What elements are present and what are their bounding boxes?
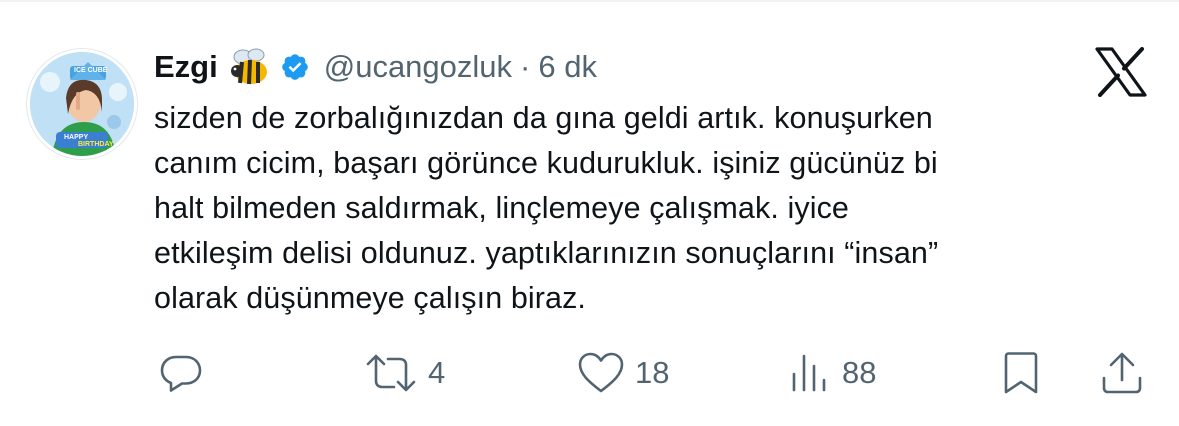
author-handle[interactable]: @ucangozluk	[324, 49, 512, 85]
tweet-actions: 4 18 88	[0, 343, 1179, 403]
like-count: 18	[635, 355, 670, 390]
bee-emoji-icon	[230, 48, 267, 85]
retweet-count: 4	[428, 355, 446, 390]
avatar[interactable]: ICE CUBE HAPPY BIRTHDAY	[27, 49, 137, 159]
reply-button[interactable]	[158, 343, 204, 403]
avatar-text-2: HAPPY	[64, 134, 89, 141]
x-logo-icon[interactable]	[1094, 47, 1148, 97]
like-button[interactable]: 18	[577, 343, 669, 403]
verified-badge-icon	[281, 54, 308, 80]
bookmark-icon	[1004, 352, 1038, 394]
top-divider	[0, 0, 1179, 2]
bookmark-button[interactable]	[999, 343, 1043, 403]
avatar-text-1: ICE CUBE	[74, 67, 108, 74]
avatar-text-3: BIRTHDAY	[78, 141, 114, 148]
views-button[interactable]: 88	[786, 343, 876, 403]
tweet-line: halt bilmeden saldırmak, linçlemeye çalı…	[154, 191, 849, 225]
separator-dot: ·	[520, 49, 531, 84]
author-name[interactable]: Ezgi	[154, 49, 218, 85]
retweet-button[interactable]: 4	[364, 343, 445, 403]
heart-icon	[578, 352, 624, 393]
tweet-line: olarak düşünmeye çalışın biraz.	[154, 281, 587, 315]
share-button[interactable]	[1099, 343, 1145, 403]
retweet-icon	[366, 354, 416, 392]
reply-icon	[160, 355, 202, 392]
tweet-header: Ezgi @ucangozluk · 6 dk	[154, 44, 597, 90]
tweet-line: canım cicim, başarı görünce kudurukluk. …	[154, 146, 938, 180]
share-icon	[1102, 352, 1142, 394]
tweet-line: sizden de zorbalığınızdan da gına geldi …	[154, 101, 933, 135]
views-icon	[792, 354, 826, 392]
tweet-line: etkileşim delisi oldunuz. yaptıklarınızı…	[154, 236, 939, 270]
views-count: 88	[842, 355, 877, 390]
timestamp[interactable]: 6 dk	[538, 49, 597, 85]
tweet-text: sizden de zorbalığınızdan da gına geldi …	[154, 96, 1134, 321]
